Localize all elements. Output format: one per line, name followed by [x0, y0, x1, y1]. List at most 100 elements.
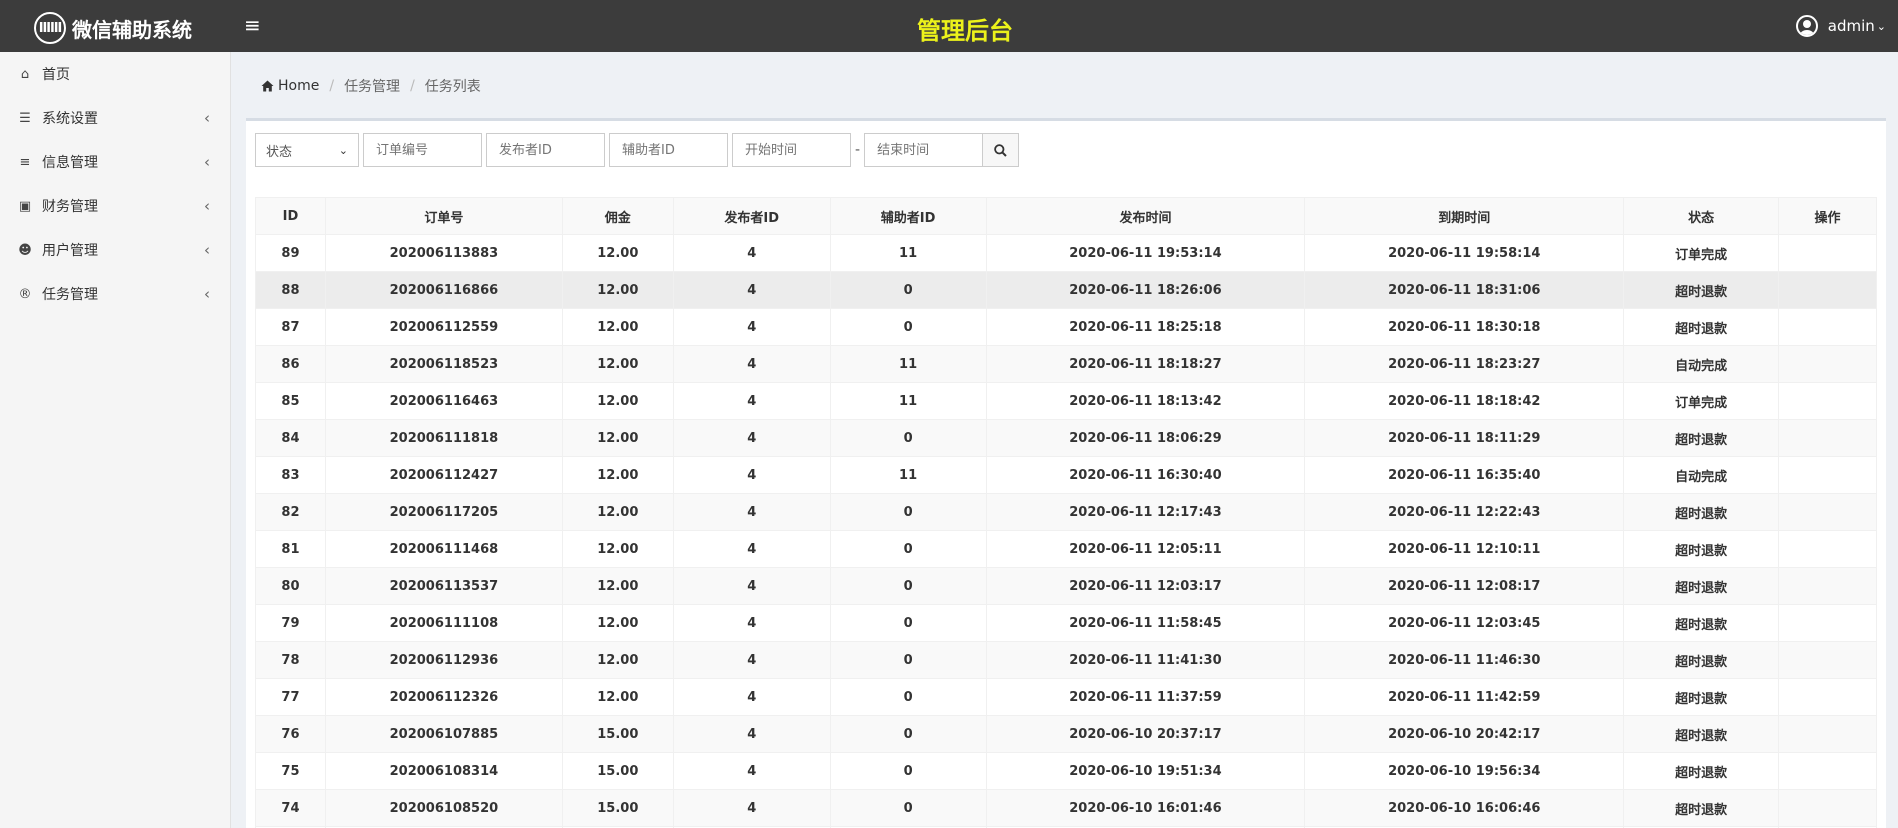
status-select[interactable]: 状态 ⌄	[255, 133, 359, 167]
table-row[interactable]: 85 202006116463 12.00 4 11 2020-06-11 18:13:4…	[255, 382, 1877, 420]
table-row[interactable]: 78 202006112936 12.00 4 0 2020-06-11 11:41:30…	[255, 641, 1877, 679]
table-cell: 2020-06-11 11:58:45	[985, 604, 1306, 642]
sidebar-item[interactable]: ☰ 系统设置 ‹	[0, 96, 230, 140]
helper-id-input[interactable]	[609, 133, 728, 167]
table-row[interactable]: 81 202006111468 12.00 4 0 2020-06-11 12:05:11…	[255, 530, 1877, 568]
table-cell	[1778, 752, 1877, 790]
breadcrumb-home-label: Home	[278, 78, 320, 94]
breadcrumb: Home / 任务管理 / 任务列表	[261, 76, 481, 96]
table-cell: 2020-06-10 19:51:34	[985, 752, 1306, 790]
table-row[interactable]: 76 202006107885 15.00 4 0 2020-06-10 20:37:17…	[255, 715, 1877, 753]
chevron-left-icon: ‹	[204, 285, 210, 303]
table-cell: 0	[829, 789, 987, 827]
table-cell: 0	[829, 752, 987, 790]
table-cell: 4	[672, 308, 831, 346]
brand[interactable]: ⅢⅢ 微信辅助系统	[34, 12, 192, 44]
order-number-input[interactable]	[363, 133, 482, 167]
table-row[interactable]: 77 202006112326 12.00 4 0 2020-06-11 11:37:59…	[255, 678, 1877, 716]
users-icon: ☻	[18, 242, 32, 258]
main-content: Home / 任务管理 / 任务列表 状态 ⌄ -	[231, 52, 1898, 828]
table-cell: 自动完成	[1623, 345, 1780, 383]
table-row[interactable]: 82 202006117205 12.00 4 0 2020-06-11 12:17:43…	[255, 493, 1877, 531]
table-cell: 超时退款	[1623, 715, 1780, 753]
table-cell	[1778, 678, 1877, 716]
table-cell: 4	[672, 752, 831, 790]
table-row[interactable]: 86 202006118523 12.00 4 11 2020-06-11 18:18:2…	[255, 345, 1877, 383]
table-cell: 超时退款	[1623, 271, 1780, 309]
table-row[interactable]: 89 202006113883 12.00 4 11 2020-06-11 19:53:1…	[255, 234, 1877, 272]
sidebar-item[interactable]: ≡ 信息管理 ‹	[0, 140, 230, 184]
menu-toggle-icon[interactable]: ≡	[244, 13, 261, 37]
sidebar-item[interactable]: ▣ 财务管理 ‹	[0, 184, 230, 228]
table-cell: 2020-06-11 12:22:43	[1304, 493, 1625, 531]
table-cell: 4	[672, 345, 831, 383]
sidebar-item-label: 用户管理	[42, 243, 98, 259]
table-row[interactable]: 87 202006112559 12.00 4 0 2020-06-11 18:25:18…	[255, 308, 1877, 346]
breadcrumb-home[interactable]: Home	[261, 78, 319, 94]
table-row[interactable]: 74 202006108520 15.00 4 0 2020-06-10 16:01:46…	[255, 789, 1877, 827]
task-list-panel: 状态 ⌄ - ID订单号佣金发布者ID辅助者ID发布时间到期时间状态操作	[246, 118, 1886, 828]
table-cell: 超时退款	[1623, 678, 1780, 716]
table-cell: 79	[255, 604, 326, 642]
sidebar-item-label: 财务管理	[42, 199, 98, 215]
search-button[interactable]	[983, 133, 1020, 167]
table-cell	[1778, 382, 1877, 420]
table-cell: 76	[255, 715, 326, 753]
table-cell: 12.00	[561, 308, 674, 346]
table-cell: 2020-06-11 12:05:11	[985, 530, 1306, 568]
table-cell: 0	[829, 419, 987, 457]
table-row[interactable]: 80 202006113537 12.00 4 0 2020-06-11 12:03:17…	[255, 567, 1877, 605]
publisher-id-input[interactable]	[486, 133, 605, 167]
table-cell: 82	[255, 493, 326, 531]
search-icon	[994, 143, 1007, 157]
table-cell: 订单完成	[1623, 382, 1780, 420]
table-row[interactable]: 75 202006108314 15.00 4 0 2020-06-10 19:51:34…	[255, 752, 1877, 790]
table-cell: 88	[255, 271, 326, 309]
table-cell: 2020-06-11 12:03:45	[1304, 604, 1625, 642]
sidebar-item[interactable]: ⌂ 首页	[0, 52, 230, 96]
sidebar-item[interactable]: ☻ 用户管理 ‹	[0, 228, 230, 272]
table-cell: 自动完成	[1623, 456, 1780, 494]
start-time-input[interactable]	[732, 133, 851, 167]
table-row[interactable]: 83 202006112427 12.00 4 11 2020-06-11 16:30:4…	[255, 456, 1877, 494]
table-row[interactable]: 88 202006116866 12.00 4 0 2020-06-11 18:26:06…	[255, 271, 1877, 309]
table-cell: 202006108520	[324, 789, 563, 827]
home-icon	[261, 80, 274, 92]
chevron-left-icon: ‹	[204, 153, 210, 171]
table-cell: 202006111818	[324, 419, 563, 457]
table-cell: 2020-06-10 19:56:34	[1304, 752, 1625, 790]
table-cell: 80	[255, 567, 326, 605]
table-cell: 4	[672, 493, 831, 531]
user-menu[interactable]: admin ⌄	[1795, 15, 1886, 37]
table-cell: 202006116463	[324, 382, 563, 420]
column-header: 订单号	[324, 197, 563, 235]
table-cell: 83	[255, 456, 326, 494]
table-cell	[1778, 641, 1877, 679]
sidebar: ⌂ 首页 ☰ 系统设置 ‹ ≡ 信息管理 ‹ ▣ 财务管理 ‹ ☻ 用户管理 ‹ ® 任务管理 ‹	[0, 52, 231, 828]
table-cell: 4	[672, 641, 831, 679]
column-header: 操作	[1778, 197, 1877, 235]
table-cell: 0	[829, 493, 987, 531]
breadcrumb-section[interactable]: 任务管理	[344, 76, 400, 96]
table-row[interactable]: 84 202006111818 12.00 4 0 2020-06-11 18:06:29…	[255, 419, 1877, 457]
table-cell: 0	[829, 530, 987, 568]
table-cell: 2020-06-11 11:42:59	[1304, 678, 1625, 716]
table-row[interactable]: 79 202006111108 12.00 4 0 2020-06-11 11:58:45…	[255, 604, 1877, 642]
chevron-down-icon: ⌄	[1876, 19, 1886, 33]
table-cell	[1778, 234, 1877, 272]
table-cell: 2020-06-11 18:25:18	[985, 308, 1306, 346]
breadcrumb-separator: /	[410, 78, 415, 94]
table-cell: 12.00	[561, 567, 674, 605]
sidebar-item[interactable]: ® 任务管理 ‹	[0, 272, 230, 316]
table-cell: 4	[672, 419, 831, 457]
table-cell: 11	[829, 382, 987, 420]
sidebar-item-label: 系统设置	[42, 111, 98, 127]
column-header: 发布时间	[985, 197, 1306, 235]
table-cell: 2020-06-11 18:18:27	[985, 345, 1306, 383]
user-circle-icon	[1795, 15, 1818, 37]
chevron-left-icon: ‹	[204, 197, 210, 215]
table-cell: 超时退款	[1623, 752, 1780, 790]
home-icon: ⌂	[20, 66, 30, 82]
table-cell: 202006112936	[324, 641, 563, 679]
end-time-input[interactable]	[864, 133, 984, 167]
